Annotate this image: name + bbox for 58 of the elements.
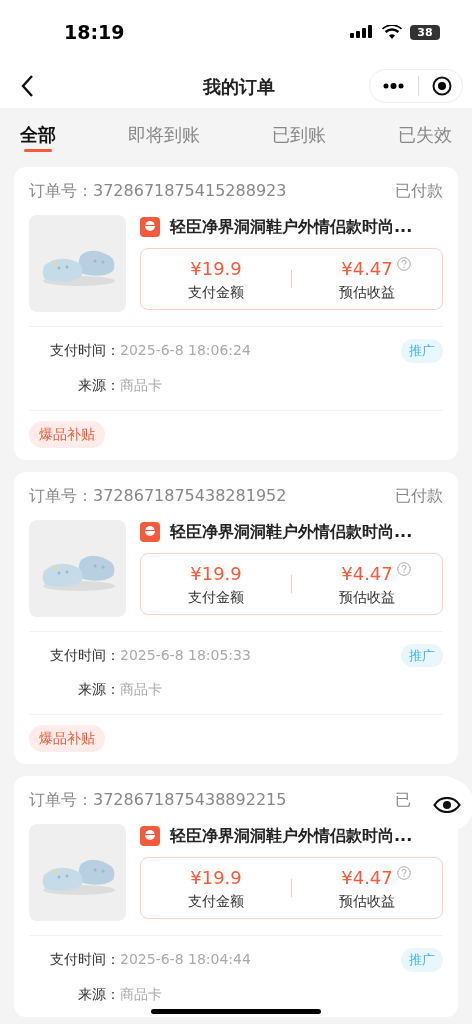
pay-label: 支付金额 (188, 892, 244, 911)
order-number: 3728671875415288923 (93, 180, 287, 202)
product-title: 轻臣净界洞洞鞋户外情侣款时尚... (170, 216, 413, 238)
field-label: 来源： (77, 375, 120, 395)
product-title: 轻臣净界洞洞鞋户外情侣款时尚... (170, 825, 413, 847)
signal-icon (350, 24, 374, 40)
order-label: 订单号： (29, 789, 93, 811)
order-label: 订单号： (29, 484, 93, 507)
pay-amount: ¥19.9 (190, 561, 242, 586)
promo-badge: 推广 (401, 643, 443, 667)
estimated-income: ¥4.47 (341, 257, 393, 281)
subsidy-tag: 爆品补贴 (29, 420, 105, 448)
order-status: 已付款 (395, 180, 444, 202)
order-number: 3728671875438281952 (93, 484, 287, 507)
order-status: 已付款 (395, 484, 444, 507)
capsule-button[interactable] (369, 69, 463, 103)
field-label: 来源： (77, 680, 120, 699)
tab[interactable]: 全部 (20, 108, 56, 160)
field-label: 来源： (77, 984, 120, 1004)
payment-time: 2025-6-8 18:04:44 (120, 950, 251, 970)
shop-logo-icon (140, 217, 160, 237)
pay-amount: ¥19.9 (190, 257, 242, 281)
promo-badge: 推广 (401, 339, 443, 363)
product-title: 轻臣净界洞洞鞋户外情侣款时尚... (170, 520, 413, 543)
order-number: 3728671875438892215 (93, 789, 287, 811)
payment-time: 2025-6-8 18:05:33 (120, 645, 251, 665)
pay-amount: ¥19.9 (190, 866, 242, 890)
promo-badge: 推广 (401, 948, 443, 972)
wifi-icon (382, 24, 402, 40)
estimated-income: ¥4.47 (341, 866, 393, 890)
order-status: 已 (395, 789, 412, 811)
source-value: 商品卡 (120, 375, 162, 395)
source-value: 商品卡 (120, 680, 162, 699)
income-label: 预估收益 (339, 892, 395, 911)
subsidy-tag: 爆品补贴 (29, 725, 105, 752)
tab[interactable]: 已失效 (398, 108, 452, 160)
battery-icon: 38 (410, 24, 440, 40)
tab[interactable]: 已到账 (272, 108, 326, 160)
status-time: 18:19 (64, 19, 125, 45)
estimated-income: ¥4.47 (341, 561, 393, 586)
payment-time: 2025-6-8 18:06:24 (120, 341, 251, 361)
eye-icon (433, 797, 461, 813)
shop-logo-icon (140, 826, 160, 846)
back-icon[interactable] (20, 74, 34, 98)
field-label: 支付时间： (49, 341, 120, 361)
target-icon[interactable] (432, 76, 452, 96)
source-value: 商品卡 (120, 984, 162, 1004)
page-title: 我的订单 (202, 74, 275, 99)
pay-label: 支付金额 (188, 587, 244, 607)
field-label: 支付时间： (49, 950, 120, 970)
pay-label: 支付金额 (188, 283, 244, 302)
income-label: 预估收益 (339, 283, 395, 302)
shop-logo-icon (140, 521, 160, 542)
field-label: 支付时间： (49, 645, 120, 665)
more-icon[interactable] (383, 83, 404, 89)
income-label: 预估收益 (339, 587, 395, 607)
tab[interactable]: 即将到账 (128, 108, 200, 160)
order-label: 订单号： (29, 180, 93, 202)
